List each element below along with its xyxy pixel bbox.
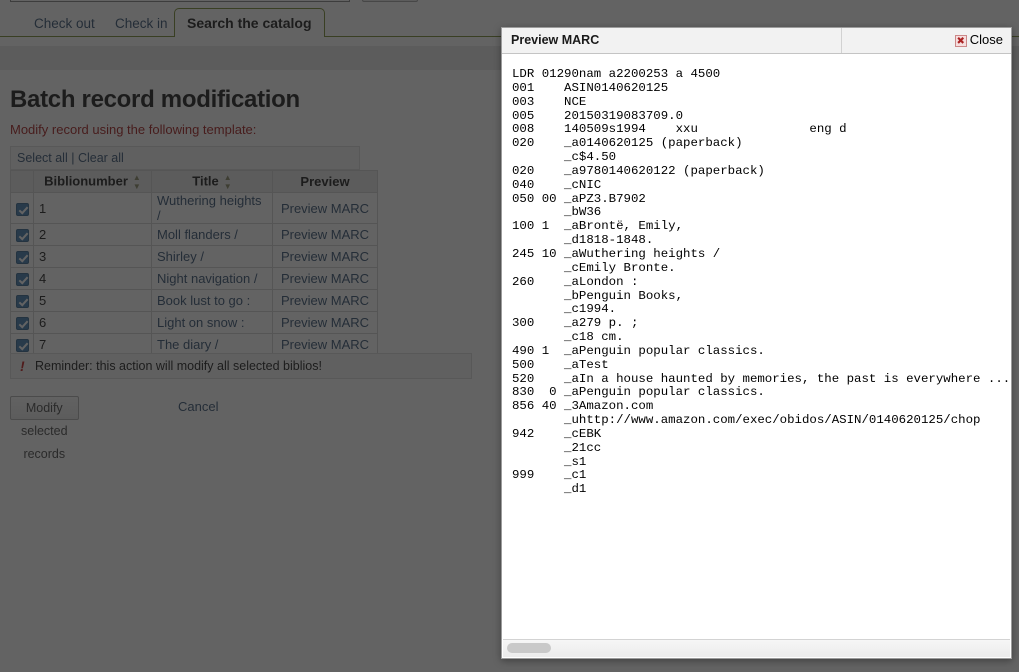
titlebar-divider (841, 28, 842, 53)
dialog-close-button[interactable]: ✖Close (955, 32, 1003, 47)
dialog-close-label: Close (970, 32, 1003, 47)
close-x-icon: ✖ (955, 35, 967, 47)
dialog-horizontal-scrollbar[interactable] (503, 639, 1010, 657)
dialog-titlebar[interactable]: Preview MARC ✖Close (502, 28, 1011, 54)
dialog-title: Preview MARC (511, 33, 599, 47)
scrollbar-thumb[interactable] (507, 643, 551, 653)
marc-record-text: LDR 01290nam a2200253 a 4500 001 ASIN014… (503, 54, 1010, 497)
preview-marc-dialog: Preview MARC ✖Close LDR 01290nam a220025… (501, 27, 1012, 659)
dialog-body: LDR 01290nam a2200253 a 4500 001 ASIN014… (503, 54, 1010, 639)
